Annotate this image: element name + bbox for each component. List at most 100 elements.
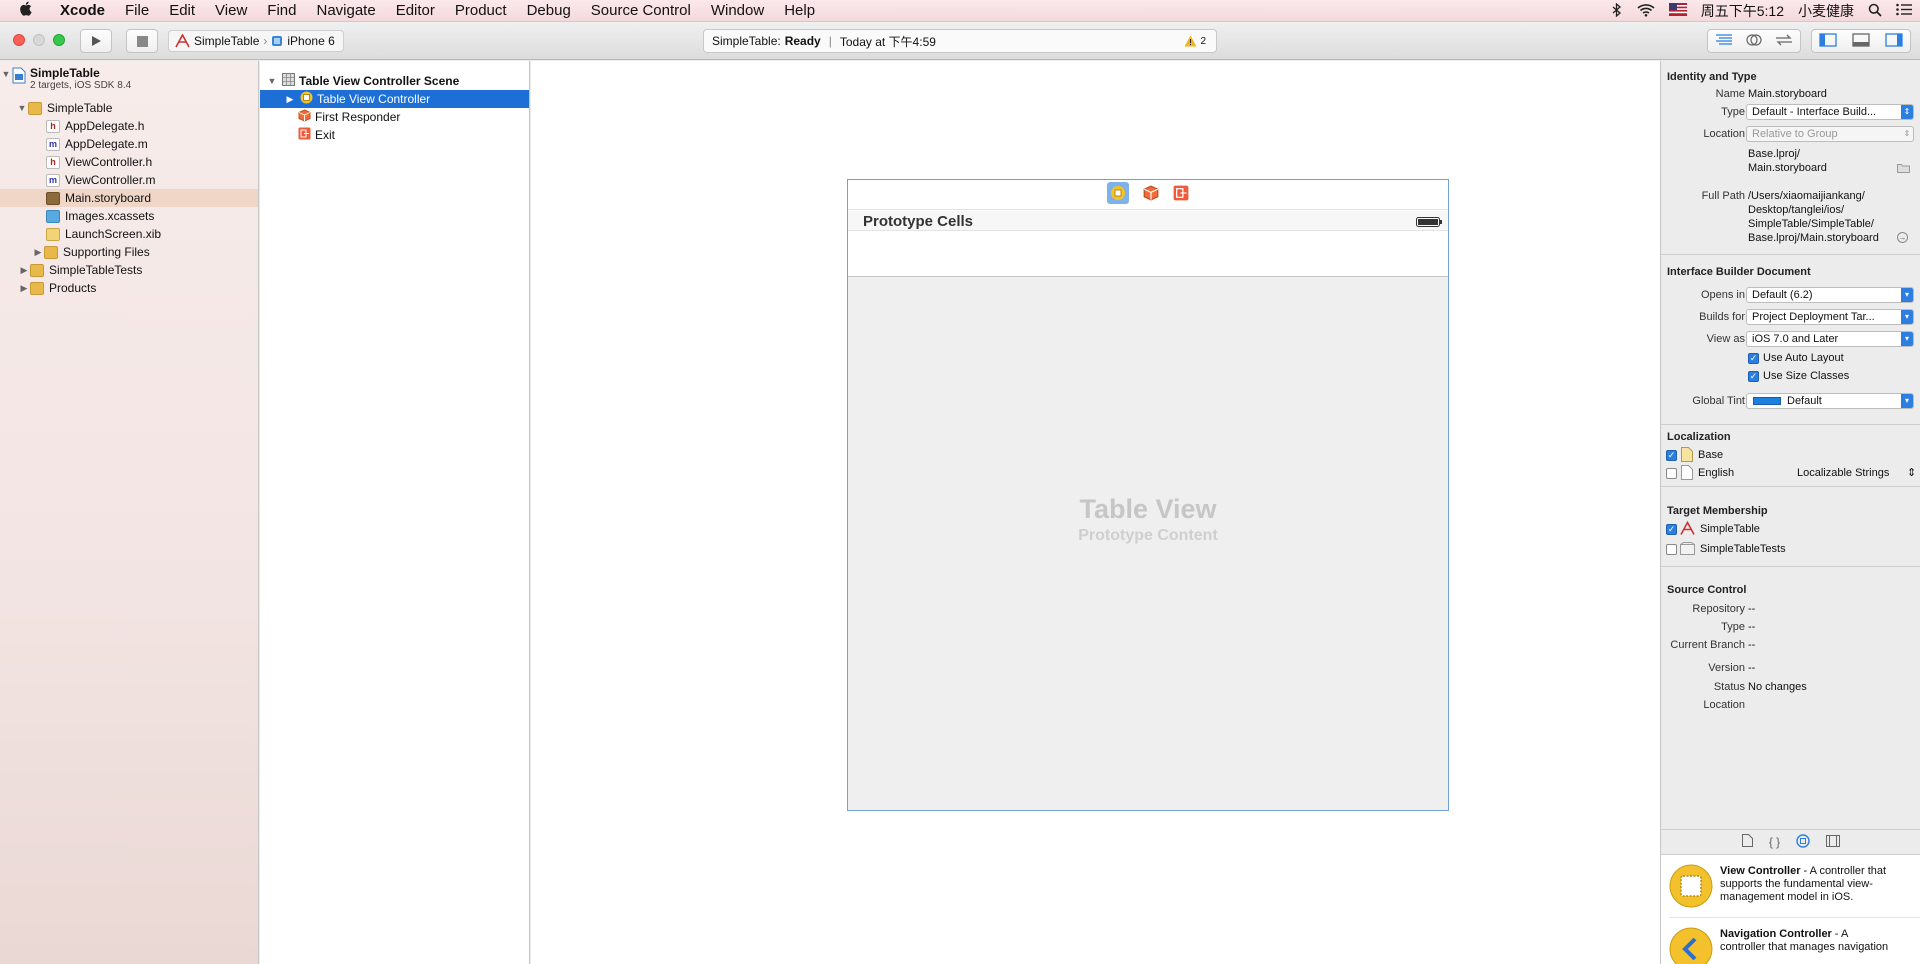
table-view-placeholder[interactable]: Table View Prototype Content	[848, 277, 1448, 810]
file-type-popup[interactable]: Default - Interface Build... ⇕	[1746, 104, 1914, 120]
nav-item-images-xcassets[interactable]: Images.xcassets	[0, 207, 258, 225]
disclosure-triangle-icon[interactable]: ▼	[16, 103, 28, 113]
builds-for-label: Builds for	[1699, 311, 1745, 323]
outline-item-first-responder[interactable]: First Responder	[260, 108, 529, 126]
target-simpletable-checkbox[interactable]: ✓	[1666, 524, 1677, 535]
run-button[interactable]	[80, 29, 112, 53]
outline-item-table-view-controller[interactable]: ▶ Table View Controller	[260, 90, 529, 108]
menu-product[interactable]: Product	[445, 0, 517, 22]
menubar-user[interactable]: 小麦健康	[1798, 1, 1854, 21]
app-target-icon	[1680, 520, 1695, 539]
version-editor-icon[interactable]	[1775, 34, 1793, 49]
menu-editor[interactable]: Editor	[386, 0, 445, 22]
global-tint-label: Global Tint	[1692, 395, 1745, 407]
minimize-window-button[interactable]	[33, 34, 45, 46]
source-control-section-title: Source Control	[1667, 584, 1747, 596]
location-popup[interactable]: Relative to Group ⇕	[1746, 126, 1914, 142]
project-name: SimpleTable	[30, 66, 100, 80]
target-simpletabletests-checkbox[interactable]	[1666, 544, 1677, 555]
first-responder-icon	[298, 109, 311, 125]
sc-location-label: Location	[1703, 699, 1745, 711]
notification-center-icon[interactable]	[1896, 3, 1912, 19]
nav-item-launchscreen-xib[interactable]: LaunchScreen.xib	[0, 225, 258, 243]
input-source-flag-icon[interactable]	[1668, 3, 1687, 19]
disclosure-triangle-icon[interactable]: ▼	[0, 69, 12, 79]
popup-arrows-icon: ▾	[1901, 394, 1913, 408]
nav-group-supporting-files[interactable]: ▶ Supporting Files	[0, 243, 258, 261]
nav-item-appdelegate-h[interactable]: h AppDelegate.h	[0, 117, 258, 135]
apple-icon[interactable]	[0, 1, 50, 20]
view-controller-dock-icon[interactable]	[1107, 182, 1129, 207]
standard-editor-icon[interactable]	[1715, 33, 1733, 49]
menu-view[interactable]: View	[205, 0, 257, 22]
menu-help[interactable]: Help	[774, 0, 825, 22]
menu-source-control[interactable]: Source Control	[581, 0, 701, 22]
stop-button[interactable]	[126, 29, 158, 53]
disclosure-triangle-icon[interactable]: ▶	[284, 94, 296, 105]
menu-xcode[interactable]: Xcode	[50, 0, 115, 22]
app-target-icon	[175, 34, 190, 48]
nav-item-viewcontroller-h[interactable]: h ViewController.h	[0, 153, 258, 171]
opens-in-popup[interactable]: Default (6.2) ▾	[1746, 287, 1914, 303]
spotlight-search-icon[interactable]	[1868, 3, 1882, 20]
utilities-inspector: Identity and Type Name Main.storyboard T…	[1660, 61, 1920, 964]
builds-for-popup[interactable]: Project Deployment Tar... ▾	[1746, 309, 1914, 325]
library-item-view-controller[interactable]: View Controller - A controller that supp…	[1661, 855, 1920, 915]
choose-folder-icon[interactable]	[1897, 162, 1910, 176]
localization-base-checkbox[interactable]: ✓	[1666, 450, 1677, 461]
warning-indicator[interactable]: 2	[1184, 35, 1206, 47]
menu-find[interactable]: Find	[257, 0, 306, 22]
status-area: 周五下午5:12 小麦健康	[1611, 0, 1912, 22]
nav-group-simpletabletests[interactable]: ▶ SimpleTableTests	[0, 261, 258, 279]
menu-edit[interactable]: Edit	[159, 0, 205, 22]
toggle-utilities-icon[interactable]	[1884, 32, 1903, 50]
disclosure-triangle-icon[interactable]: ▼	[266, 76, 278, 86]
bluetooth-icon[interactable]	[1611, 2, 1623, 20]
folder-icon	[28, 101, 42, 115]
global-tint-popup[interactable]: Default ▾	[1746, 393, 1914, 409]
disclosure-triangle-icon[interactable]: ▶	[18, 283, 30, 294]
disclosure-triangle-icon[interactable]: ▶	[18, 265, 30, 276]
popup-arrows-icon[interactable]: ⇕	[1907, 466, 1916, 479]
nav-group-simpletable[interactable]: ▼ SimpleTable	[0, 99, 258, 117]
project-root-row[interactable]: ▼ SimpleTable 2 targets, iOS SDK 8.4	[0, 66, 258, 94]
first-responder-dock-icon[interactable]	[1143, 185, 1159, 204]
exit-dock-icon[interactable]	[1173, 185, 1189, 204]
table-view-controller-scene[interactable]: Prototype Cells Table View Prototype Con…	[847, 179, 1449, 811]
localization-english-checkbox[interactable]	[1666, 468, 1677, 479]
code-snippet-library-icon[interactable]: { }	[1769, 835, 1780, 849]
file-template-library-icon[interactable]	[1741, 834, 1753, 850]
battery-icon	[1416, 216, 1442, 230]
toggle-navigator-icon[interactable]	[1819, 32, 1837, 50]
media-library-icon[interactable]	[1826, 834, 1841, 850]
menu-debug[interactable]: Debug	[517, 0, 581, 22]
prototype-cell[interactable]	[848, 231, 1448, 277]
menu-navigate[interactable]: Navigate	[306, 0, 385, 22]
object-library-icon[interactable]	[1796, 833, 1810, 851]
view-as-popup[interactable]: iOS 7.0 and Later ▾	[1746, 331, 1914, 347]
assistant-editor-icon[interactable]	[1746, 33, 1762, 50]
outline-scene-row[interactable]: ▼ Table View Controller Scene	[260, 72, 529, 90]
use-auto-layout-checkbox[interactable]: ✓	[1748, 353, 1759, 364]
zoom-window-button[interactable]	[53, 34, 65, 46]
wifi-icon[interactable]	[1637, 3, 1655, 20]
use-size-classes-checkbox[interactable]: ✓	[1748, 371, 1759, 382]
scheme-selector[interactable]: SimpleTable › iPhone 6	[168, 30, 344, 52]
menu-file[interactable]: File	[115, 0, 159, 22]
storyboard-file-icon	[46, 191, 60, 205]
nav-group-products[interactable]: ▶ Products	[0, 279, 258, 297]
toggle-debug-area-icon[interactable]	[1852, 32, 1870, 50]
nav-item-appdelegate-m[interactable]: m AppDelegate.m	[0, 135, 258, 153]
reveal-in-finder-icon[interactable]: →	[1897, 232, 1908, 243]
nav-item-viewcontroller-m[interactable]: m ViewController.m	[0, 171, 258, 189]
localization-english-type[interactable]: Localizable Strings	[1797, 467, 1889, 479]
outline-item-exit[interactable]: Exit	[260, 126, 529, 144]
menubar-clock[interactable]: 周五下午5:12	[1701, 1, 1784, 21]
view-controller-icon	[300, 91, 313, 107]
menu-window[interactable]: Window	[701, 0, 774, 22]
file-name-value[interactable]: Main.storyboard	[1748, 88, 1827, 100]
library-item-navigation-controller[interactable]: Navigation Controller - A controller tha…	[1661, 918, 1920, 964]
nav-item-main-storyboard[interactable]: Main.storyboard	[0, 189, 258, 207]
close-window-button[interactable]	[13, 34, 25, 46]
disclosure-triangle-icon[interactable]: ▶	[32, 247, 44, 258]
